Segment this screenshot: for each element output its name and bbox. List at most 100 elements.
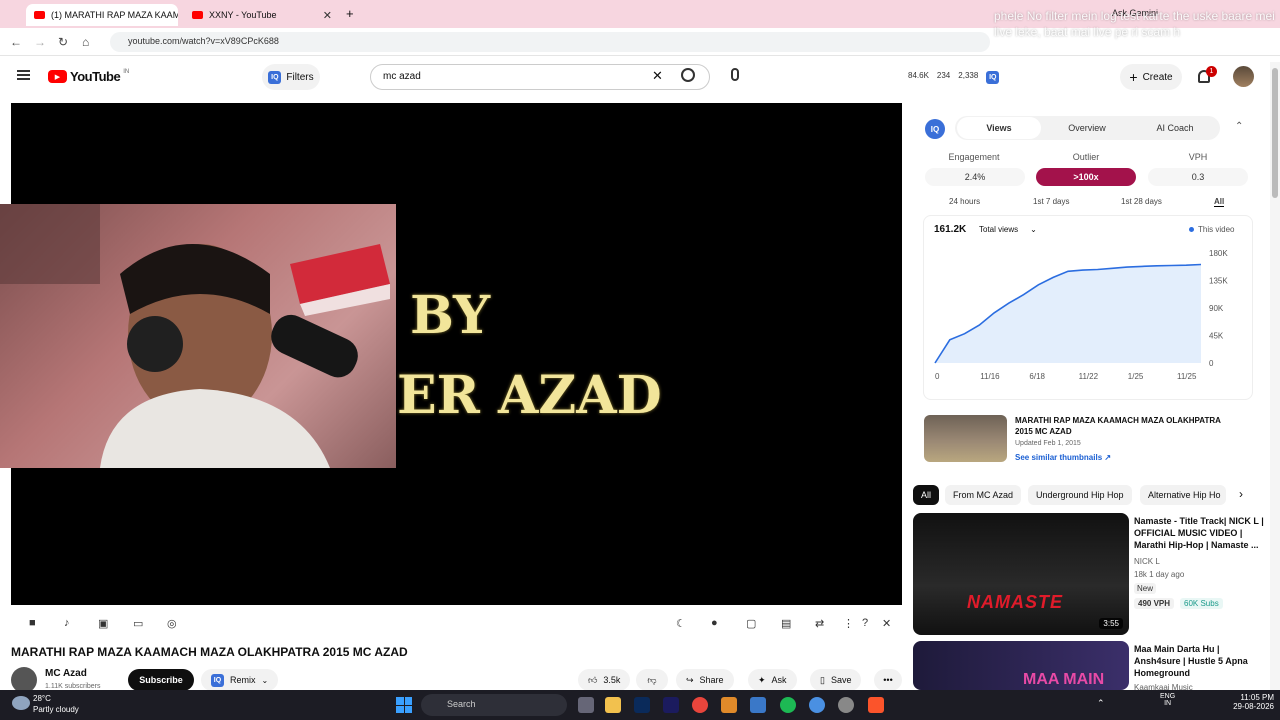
video-title: MARATHI RAP MAZA KAAMACH MAZA OLAKHPATRA… (11, 645, 408, 659)
file-explorer-icon[interactable] (605, 697, 621, 713)
tab-overview[interactable]: Overview (1045, 117, 1129, 139)
task-view-icon[interactable] (578, 697, 594, 713)
search-icon[interactable] (681, 68, 695, 82)
forward-icon[interactable]: → (34, 35, 46, 49)
subscribe-button[interactable]: Subscribe (128, 669, 194, 691)
rec-title[interactable]: Namaste - Title Track| NICK L | OFFICIAL… (1134, 515, 1264, 551)
chevron-down-icon: ⌄ (1030, 225, 1037, 234)
video-overlay-text: BY (410, 285, 491, 346)
taskbar-search[interactable]: Search (421, 694, 567, 716)
youtube-play-icon: ▶ (48, 70, 67, 83)
rec-thumbnail[interactable]: NAMASTE 3:55 (913, 513, 1129, 635)
chrome-active-icon[interactable] (809, 697, 825, 713)
like-button[interactable]: 👍︎ 3.5k (578, 669, 631, 691)
avatar[interactable] (1233, 66, 1254, 87)
remix-button[interactable]: IQ Remix ⌄ (201, 669, 279, 691)
rec-title[interactable]: Maa Main Darta Hu | Ansh4sure | Hustle 5… (1134, 643, 1264, 679)
metric-dropdown[interactable]: Total views ⌄ (975, 224, 1041, 235)
more-horizontal-icon: ••• (883, 675, 893, 685)
image-icon[interactable]: ▣ (98, 617, 108, 630)
range-24h[interactable]: 24 hours (949, 197, 980, 206)
ask-button[interactable]: ✦ Ask (748, 669, 797, 691)
outlier-badge: >100x (1036, 168, 1136, 186)
chip-from-channel[interactable]: From MC Azad (945, 485, 1022, 505)
y-tick-label: 135K (1209, 277, 1228, 286)
screenshot-icon[interactable]: ◎ (167, 617, 177, 630)
windows-start-icon[interactable] (396, 697, 412, 713)
range-28d[interactable]: 1st 28 days (1121, 197, 1162, 206)
dislike-button[interactable]: 👎︎ (636, 669, 668, 691)
close-tab-icon[interactable]: ✕ (323, 9, 332, 22)
app-icon[interactable] (750, 697, 766, 713)
chevron-right-icon[interactable]: › (1239, 487, 1243, 501)
rec-channel[interactable]: NICK L (1134, 557, 1160, 566)
similar-thumbnails-link[interactable]: See similar thumbnails ↗ (1015, 453, 1111, 462)
captions-icon[interactable]: ▭ (133, 617, 143, 630)
vidiq-icon[interactable]: IQ (986, 71, 1000, 84)
new-tab-button[interactable]: + (346, 6, 354, 21)
home-icon[interactable]: ⌂ (82, 35, 89, 49)
back-icon[interactable]: ← (10, 35, 22, 49)
views-line-chart: 180K 135K 90K 45K 0 0 11/16 6/18 11/22 1/25 11/25 (934, 249, 1228, 381)
camera-icon[interactable]: ■ (29, 617, 36, 629)
subs-badge: 60K Subs (1180, 598, 1223, 609)
more-actions-button[interactable]: ••• (874, 669, 902, 691)
obs-icon[interactable] (838, 697, 854, 713)
panel-video-title: MARATHI RAP MAZA KAAMACH MAZA OLAKHPATRA… (1015, 416, 1221, 436)
chip-all[interactable]: All (913, 485, 940, 505)
premiere-icon[interactable] (663, 697, 679, 713)
rec-channel[interactable]: Kaamkaaj Music (1134, 683, 1193, 690)
stat-views: 84.6K (908, 71, 929, 80)
create-label: Create (1142, 71, 1173, 83)
spotify-icon[interactable] (780, 697, 796, 713)
video-thumbnail[interactable] (924, 415, 1007, 462)
new-badge: New (1134, 583, 1157, 594)
chip-underground[interactable]: Underground Hip Hop (1028, 485, 1132, 505)
copy-icon[interactable]: ▤ (781, 617, 791, 630)
tray-chevron-icon[interactable]: ⌃ (1097, 698, 1105, 709)
url-field[interactable]: youtube.com/watch?v=xV89CPcK688 (110, 32, 990, 52)
share-button[interactable]: ↪ Share (676, 669, 734, 691)
browser-tab[interactable]: XXNY - YouTube ✕ (184, 4, 340, 26)
loop-icon[interactable]: ⇄ (815, 617, 824, 630)
weather-cloud-icon[interactable] (12, 696, 30, 710)
clear-search-icon[interactable]: ✕ (652, 68, 663, 84)
share-icon: ↪ (686, 674, 694, 685)
more-vertical-icon[interactable]: ⋮ (843, 617, 854, 630)
save-button[interactable]: ▯ Save (810, 669, 862, 691)
chip-alternative[interactable]: Alternative Hip Ho (1140, 485, 1226, 505)
browser-tab-active[interactable]: (1) MARATHI RAP MAZA KAAM ✕ (26, 4, 178, 26)
windows-taskbar: 28°C Partly cloudy Search ⌃ ENG IN 11:05… (0, 690, 1280, 720)
tab-ai-coach[interactable]: AI Coach (1133, 117, 1217, 139)
menu-icon[interactable] (17, 70, 30, 80)
reload-icon[interactable]: ↻ (58, 35, 68, 49)
brave-icon[interactable] (868, 697, 884, 713)
chrome-icon[interactable] (692, 697, 708, 713)
photoshop-icon[interactable] (634, 697, 650, 713)
microphone-icon[interactable] (731, 68, 739, 81)
thumbnail-text: MAA MAIN (1023, 671, 1105, 688)
vidiq-stats-bar: 84.6K 234 2,338 IQ (908, 71, 1000, 84)
range-all[interactable]: All (1214, 197, 1225, 207)
tab-views[interactable]: Views (957, 117, 1041, 139)
clock[interactable]: 11:05 PM 29-08-2026 (1228, 693, 1274, 711)
moon-icon[interactable]: ☾ (676, 617, 686, 630)
language-indicator[interactable]: ENG IN (1160, 693, 1175, 707)
close-icon[interactable]: ✕ (882, 617, 891, 630)
subscriber-count: 1.11K subscribers (45, 683, 101, 690)
help-icon[interactable]: ? (862, 617, 868, 629)
create-button[interactable]: + Create (1120, 64, 1182, 90)
rec-thumbnail[interactable]: MAA MAIN (913, 641, 1129, 690)
channel-name[interactable]: MC Azad (45, 668, 87, 679)
collapse-icon[interactable]: ⌃ (1235, 121, 1243, 132)
miniplayer-icon[interactable]: ▢ (746, 617, 756, 630)
scrollbar[interactable] (1270, 62, 1280, 690)
bookmark-icon: ▯ (820, 674, 825, 685)
app-icon[interactable] (721, 697, 737, 713)
metric-label: Outlier (1072, 152, 1100, 162)
range-7d[interactable]: 1st 7 days (1033, 197, 1069, 206)
youtube-logo[interactable]: ▶ YouTube IN (48, 69, 129, 84)
music-note-icon[interactable]: ♪ (64, 617, 70, 629)
filters-button[interactable]: IQ Filters (262, 64, 320, 90)
bulb-icon[interactable]: ● (711, 617, 718, 629)
